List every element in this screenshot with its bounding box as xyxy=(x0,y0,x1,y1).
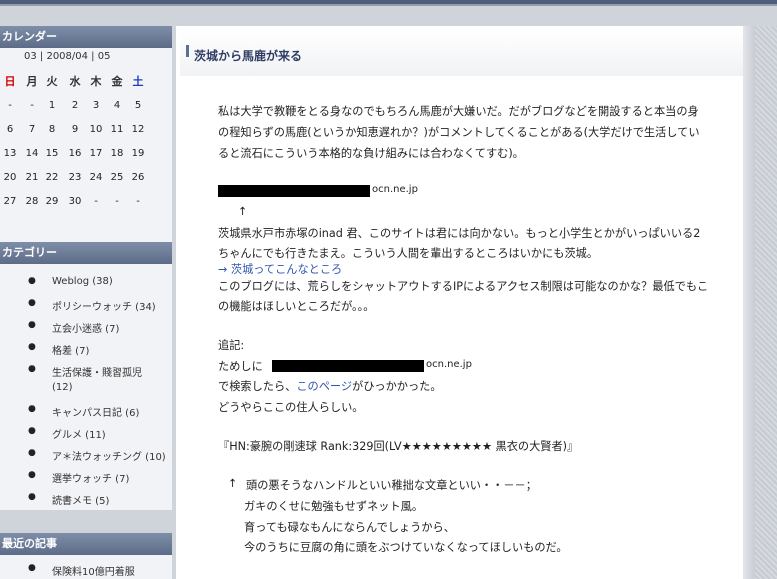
calendar-day[interactable]: 12 xyxy=(128,118,148,142)
weekday-mon: 月 xyxy=(26,75,38,88)
weekday-tue: 火 xyxy=(46,75,58,88)
calendar-day[interactable]: 14 xyxy=(22,142,42,166)
calendar-day[interactable]: 20 xyxy=(0,166,20,190)
quote-line3: 育っても碌なもんにならんでしょうから、 xyxy=(244,521,455,534)
category-heading: カテゴリー xyxy=(0,242,172,264)
weekday-sun: 日 xyxy=(4,75,16,88)
recent-box: ● 保険料10億円着服 xyxy=(0,555,172,579)
calendar-week: 13 14 15 16 17 18 19 xyxy=(0,142,172,166)
calendar-day: - xyxy=(94,196,98,207)
calendar-day[interactable]: 18 xyxy=(107,142,127,166)
para3-line1: このブログには、荒らしをシャットアウトするIPによるアクセス制限は可能なのかな？… xyxy=(218,280,709,293)
title-accent xyxy=(186,45,189,57)
calendar-day: - xyxy=(8,100,12,111)
ibaraki-link[interactable]: → 茨城ってこんなところ xyxy=(218,261,342,277)
calendar-day[interactable]: 11 xyxy=(107,118,127,142)
calendar-week: --12345 xyxy=(0,94,172,118)
sidebar: カレンダー 03 | 2008/04 | 05 日 月 火 水 木 金 土 - -… xyxy=(0,26,172,579)
this-page-link[interactable]: このページ xyxy=(296,380,352,393)
calendar-day[interactable]: 16 xyxy=(65,142,85,166)
para2-line2: ちゃんにでも行きたまえ。こういう人間を輩出するところはいかにも茨城。 xyxy=(218,247,599,260)
host1-suffix: ocn.ne.jp xyxy=(372,184,418,195)
top-line xyxy=(0,4,777,6)
calendar-day[interactable]: 5 xyxy=(128,94,148,118)
quote-line2: ガキのくせに勉強もせずネット風。 xyxy=(244,500,424,513)
calendar-day: - xyxy=(136,196,140,207)
calendar-day[interactable]: 8 xyxy=(42,118,62,142)
bullet-icon: ● xyxy=(28,470,36,480)
weekday-thu: 木 xyxy=(90,75,102,88)
quote-arrow: ↑ xyxy=(228,477,238,490)
calendar-day[interactable]: 2 xyxy=(65,94,85,118)
para1-line3: ると流石にこういう本格的な負け組みには合わなくてすむ)。 xyxy=(218,147,524,160)
tsuiki-label: 追記: xyxy=(218,339,245,352)
calendar-day[interactable]: 29 xyxy=(42,190,62,214)
calendar-day[interactable]: 19 xyxy=(128,142,148,166)
host2-suffix: ocn.ne.jp xyxy=(426,359,472,370)
weekday-sat: 土 xyxy=(132,75,144,88)
weekday-fri: 金 xyxy=(111,75,123,88)
calendar-day[interactable]: 13 xyxy=(0,142,20,166)
calendar: 03 | 2008/04 | 05 日 月 火 水 木 金 土 --123456… xyxy=(0,48,172,244)
bullet-icon: ● xyxy=(28,320,36,330)
calendar-day[interactable]: 9 xyxy=(65,118,85,142)
bullet-icon: ● xyxy=(28,342,36,352)
calendar-day[interactable]: 22 xyxy=(42,166,62,190)
post-title[interactable]: 茨城から馬鹿が来る xyxy=(194,47,302,64)
bullet-icon: ● xyxy=(28,563,36,573)
calendar-day[interactable]: 6 xyxy=(0,118,20,142)
calendar-week: 27 28 29 30- - - xyxy=(0,190,172,214)
category-box: ● Weblog (38) ● ポリシーウォッチ (34) ● 立会小迷惑 (7) ● 格差 … xyxy=(0,264,172,510)
bullet-icon: ● xyxy=(28,426,36,436)
bullet-icon: ● xyxy=(28,448,36,458)
arrow-up: ↑ xyxy=(238,205,248,218)
quote-line1: 頭の悪そうなハンドルといい稚拙な文章といい・・－－； xyxy=(246,479,537,492)
calendar-day[interactable]: 1 xyxy=(42,94,62,118)
calendar-week: 20 21 22 23 24 25 26 xyxy=(0,166,172,190)
redacted-host-1 xyxy=(218,185,370,197)
calendar-day: - xyxy=(115,196,119,207)
para2-line1: 茨城県水戸市赤塚のinad 君、このサイトは君には向かない。もっと小学生とかがい… xyxy=(218,227,701,240)
calendar-heading: カレンダー xyxy=(0,26,172,48)
quote-line4: 今のうちに豆腐の角に頭をぶつけていなくなってほしいものだ。 xyxy=(244,541,568,554)
calendar-day[interactable]: 30 xyxy=(65,190,85,214)
calendar-day[interactable]: 21 xyxy=(22,166,42,190)
para1-line2: の程知らずの馬鹿(というか知恵遅れか？)がコメントしてくることがある(大学だけで… xyxy=(218,126,700,139)
calendar-day[interactable]: 10 xyxy=(86,118,106,142)
calendar-weekdays: 日 月 火 水 木 金 土 xyxy=(0,70,172,94)
bullet-icon: ● xyxy=(28,404,36,414)
calendar-day: - xyxy=(30,100,34,111)
bullet-icon: ● xyxy=(28,364,36,374)
para1-line1: 私は大学で教鞭をとる身なのでもちろん馬鹿が大嫌いだ。だがブログなどを開設すると本… xyxy=(218,105,699,118)
calendar-day[interactable]: 28 xyxy=(22,190,42,214)
redacted-host-2 xyxy=(272,360,424,372)
calendar-week: 6 7 8 9 10 11 12 xyxy=(0,118,172,142)
calendar-day[interactable]: 25 xyxy=(107,166,127,190)
para3-line2: の機能はほしいところだが。。。 xyxy=(218,300,375,313)
handle-line: 『HN:豪腕の剛速球 Rank:329回(LV★★★★★★★★★ 黒衣の大賢者)… xyxy=(218,440,579,453)
resident-line: どうやらここの住人らしい。 xyxy=(218,401,364,414)
bullet-icon: ● xyxy=(28,298,36,308)
calendar-day[interactable]: 7 xyxy=(22,118,42,142)
calendar-day[interactable]: 26 xyxy=(128,166,148,190)
sidebar-gap-2 xyxy=(0,510,172,534)
calendar-day[interactable]: 15 xyxy=(42,142,62,166)
recent-heading: 最近の記事 xyxy=(0,533,172,555)
bullet-icon: ● xyxy=(28,276,36,286)
calendar-nav[interactable]: 03 | 2008/04 | 05 xyxy=(24,51,110,62)
calendar-day[interactable]: 3 xyxy=(86,94,106,118)
bullet-icon: ● xyxy=(28,492,36,502)
right-shadow xyxy=(743,26,755,579)
calendar-day[interactable]: 4 xyxy=(107,94,127,118)
calendar-day[interactable]: 17 xyxy=(86,142,106,166)
weekday-wed: 水 xyxy=(69,75,81,88)
tameshi-label: ためしに xyxy=(218,360,263,373)
calendar-day[interactable]: 23 xyxy=(65,166,85,190)
calendar-day[interactable]: 24 xyxy=(86,166,106,190)
search-line: で検索したら、このページがひっかかった。 xyxy=(218,380,442,393)
calendar-day[interactable]: 27 xyxy=(0,190,20,214)
